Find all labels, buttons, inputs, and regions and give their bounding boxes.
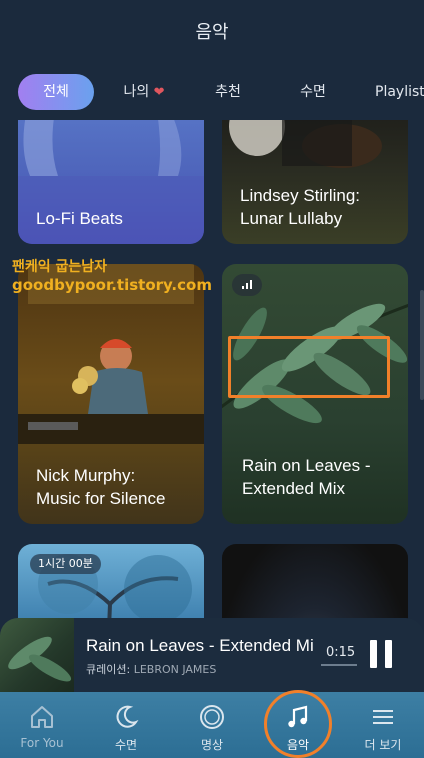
scroll-edge: [420, 290, 424, 400]
card-title: Lindsey Stirling: Lunar Lullaby: [240, 186, 361, 228]
tab-playlists-label: Playlists: [375, 84, 424, 100]
music-card-lofi-beats[interactable]: Lo-Fi Beats: [18, 120, 204, 244]
category-tabs: 전체 나의 ❤ 추천 수면 Playlists: [0, 74, 424, 112]
home-icon: [31, 706, 53, 728]
player-time: 0:15: [326, 645, 356, 660]
pause-icon: [370, 640, 377, 668]
player-curator: 큐레이션: LEBRON JAMES: [86, 661, 216, 677]
music-grid[interactable]: Lo-Fi Beats Lindsey Stirling: Lunar Lull…: [0, 120, 424, 692]
pause-button[interactable]: [370, 640, 396, 668]
duration-badge: 1시간 00분: [30, 554, 101, 574]
tab-all-label: 전체: [43, 84, 69, 100]
player-thumbnail[interactable]: [0, 618, 74, 692]
tab-mine-label: 나의: [123, 84, 150, 100]
curator-label: 큐레이션:: [86, 663, 131, 676]
tab-mine[interactable]: 나의 ❤: [112, 74, 176, 110]
tab-all[interactable]: 전체: [18, 74, 94, 110]
leaf-thumbnail-icon: [8, 636, 72, 682]
watermark-line-1: 팬케익 굽는남자: [12, 259, 108, 275]
nav-more[interactable]: 더 보기: [342, 692, 424, 758]
circle-annotation: [264, 690, 332, 758]
curator-name: LEBRON JAMES: [133, 663, 217, 676]
nav-for-you[interactable]: For You: [0, 692, 84, 758]
moon-icon: [116, 705, 139, 728]
playing-indicator-icon: [232, 274, 262, 296]
music-card-nick-murphy[interactable]: Nick Murphy: Music for Silence: [18, 264, 204, 524]
page-title: 음악: [195, 22, 229, 43]
player-progress-bar[interactable]: [321, 664, 357, 666]
card-title: Rain on Leaves - Extended Mix: [242, 456, 371, 498]
menu-icon: [373, 710, 393, 724]
mini-player[interactable]: Rain on Leaves - Extended Mi 큐레이션: LEBRO…: [0, 618, 424, 692]
meditation-circle-icon: [200, 705, 224, 729]
tab-playlists[interactable]: Playlists: [365, 74, 424, 110]
nav-label: 더 보기: [364, 738, 402, 752]
player-track-title[interactable]: Rain on Leaves - Extended Mi: [86, 636, 316, 658]
nav-meditation[interactable]: 명상: [170, 692, 254, 758]
tab-recommended-label: 추천: [215, 84, 241, 100]
nav-label: For You: [20, 736, 64, 750]
nav-label: 수면: [114, 738, 138, 752]
highlight-annotation: [228, 336, 390, 398]
watermark-line-2: goodbypoor.tistory.com: [12, 276, 212, 294]
page-header: 음악: [0, 0, 424, 62]
nav-sleep[interactable]: 수면: [84, 692, 168, 758]
music-card-lindsey-stirling[interactable]: Lindsey Stirling: Lunar Lullaby: [222, 120, 408, 244]
tab-sleep[interactable]: 수면: [285, 74, 341, 110]
card-title: Lo-Fi Beats: [36, 209, 123, 228]
heart-icon: ❤: [153, 85, 165, 100]
nav-label: 명상: [200, 738, 224, 752]
pause-icon-bar: [385, 640, 392, 668]
card-title: Nick Murphy: Music for Silence: [36, 466, 166, 508]
tab-recommended[interactable]: 추천: [200, 74, 256, 110]
tab-sleep-label: 수면: [300, 84, 326, 100]
bottom-navigation: For You 수면 명상 음악 더 보기: [0, 692, 424, 758]
